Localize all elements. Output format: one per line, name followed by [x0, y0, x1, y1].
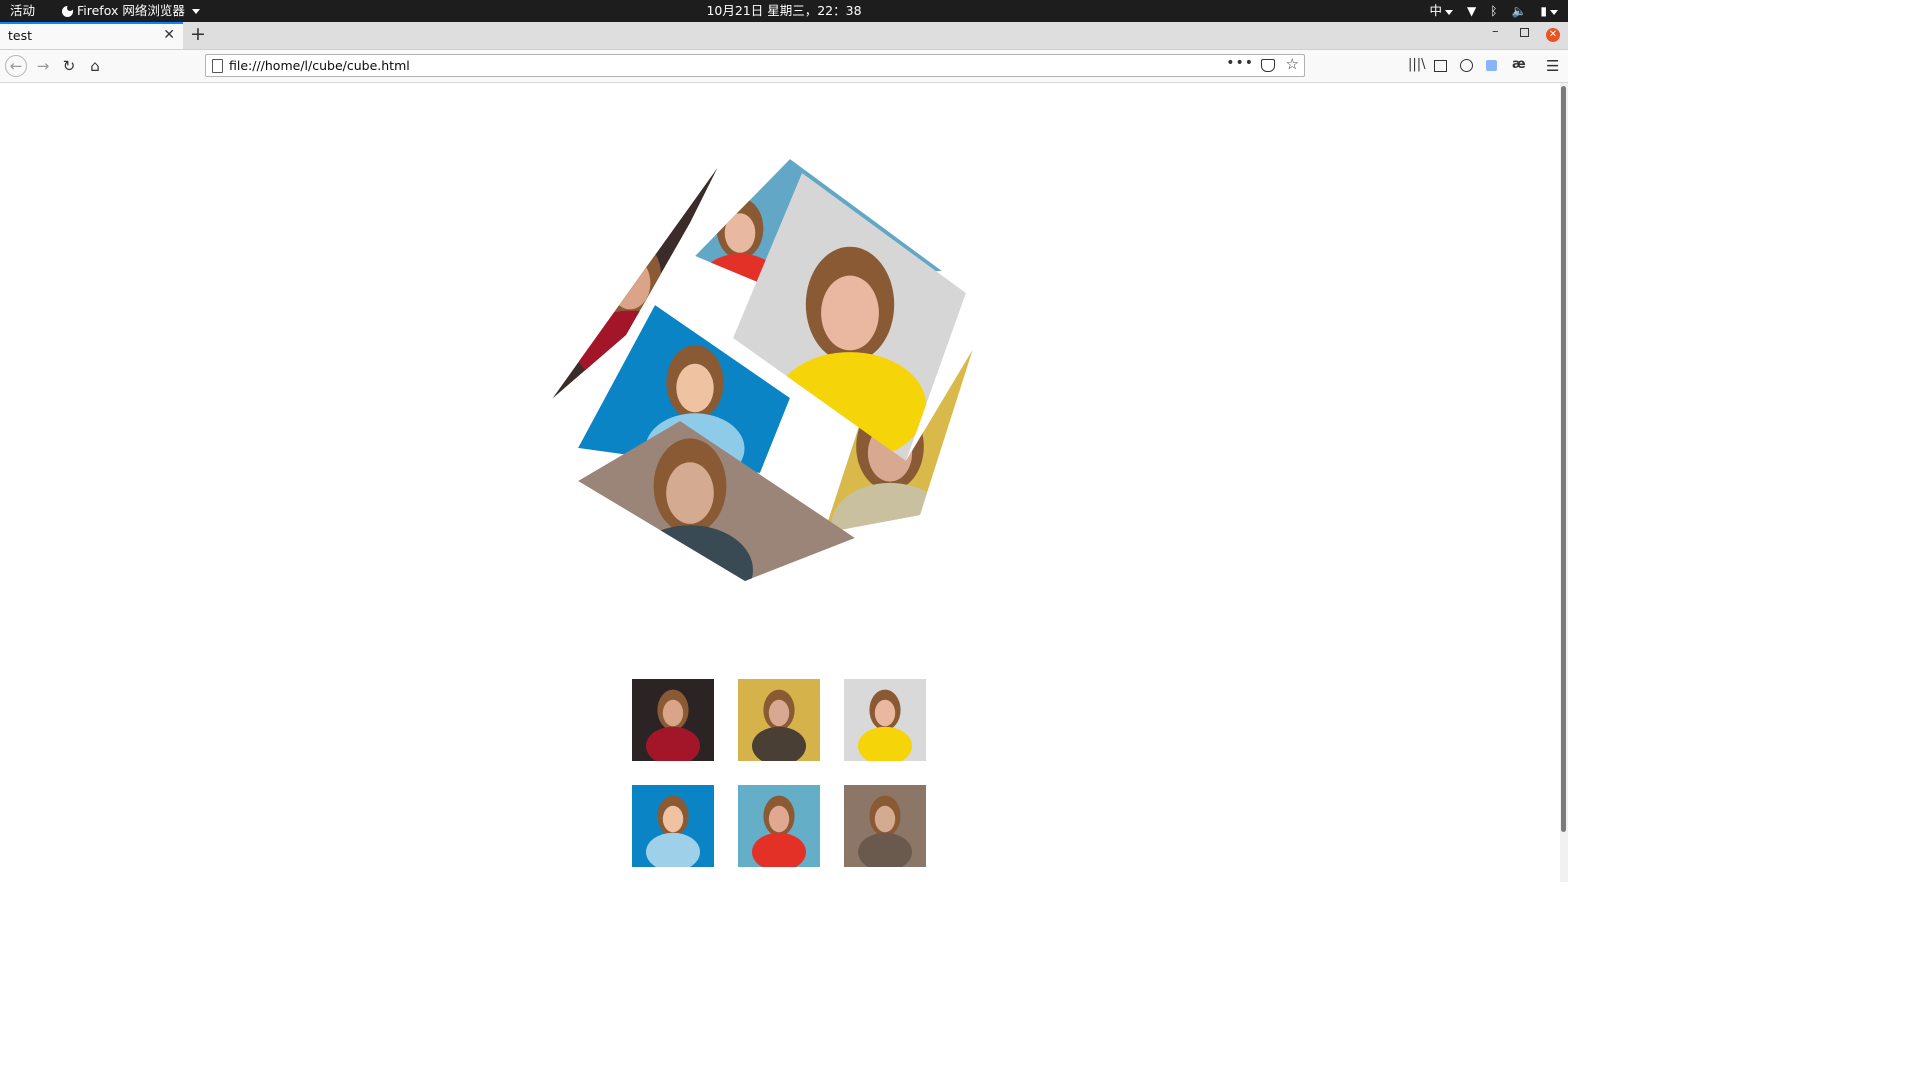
new-tab-button[interactable]: +: [190, 23, 206, 45]
thumbnail-image: [844, 679, 926, 761]
thumbnail-4[interactable]: [738, 785, 820, 867]
rotating-cube: [552, 159, 973, 581]
translate-icon[interactable]: [1486, 60, 1497, 71]
home-button[interactable]: ⌂: [84, 55, 106, 77]
thumbnail-image: [738, 679, 820, 761]
clock[interactable]: 10月21日 星期三，22：38: [0, 0, 1568, 22]
close-tab-icon[interactable]: ✕: [163, 27, 175, 43]
pocket-icon[interactable]: [1261, 59, 1275, 72]
thumbnail-3[interactable]: [632, 785, 714, 867]
reload-button[interactable]: ↻: [58, 55, 80, 77]
navigation-bar: ← → ↻ ⌂ file:///home/l/cube/cube.html ••…: [0, 50, 1568, 83]
library-icon[interactable]: |||\: [1408, 57, 1426, 72]
thumbnail-image: [632, 785, 714, 867]
close-window-button[interactable]: ✕: [1546, 28, 1560, 42]
battery-icon: ▮: [1540, 0, 1558, 22]
thumbnail-5[interactable]: [844, 785, 926, 867]
wifi-icon: ▼: [1467, 4, 1477, 18]
thumbnail-image: [632, 679, 714, 761]
account-icon[interactable]: [1460, 59, 1473, 72]
chevron-down-icon: [1445, 10, 1453, 15]
bookmark-star-icon[interactable]: ☆: [1286, 55, 1299, 73]
system-tray[interactable]: 中 ▼ ᛒ 🔈 ▮: [1429, 0, 1558, 22]
input-method-label: 中: [1429, 3, 1442, 18]
page-icon: [212, 59, 223, 73]
thumbnail-image: [738, 785, 820, 867]
page-actions-icon[interactable]: •••: [1226, 55, 1254, 71]
input-method-indicator[interactable]: 中: [1429, 0, 1453, 22]
thumbnail-1[interactable]: [738, 679, 820, 761]
thumbnail-2[interactable]: [844, 679, 926, 761]
chevron-down-icon: [1550, 10, 1558, 15]
back-button[interactable]: ←: [5, 55, 27, 77]
page-content: [0, 83, 1560, 882]
thumbnail-image: [844, 785, 926, 867]
volume-icon: 🔈: [1511, 4, 1527, 18]
url-bar[interactable]: file:///home/l/cube/cube.html ••• ☆: [205, 54, 1305, 77]
hamburger-menu-icon[interactable]: ☰: [1546, 57, 1559, 75]
url-text[interactable]: file:///home/l/cube/cube.html: [229, 58, 410, 73]
bluetooth-icon: ᛒ: [1490, 4, 1498, 18]
restore-window-button[interactable]: [1520, 28, 1529, 37]
tab-test[interactable]: test ✕: [0, 22, 183, 49]
minimize-window-button[interactable]: –: [1492, 24, 1499, 39]
scrollbar-thumb[interactable]: [1561, 86, 1566, 832]
forward-button[interactable]: →: [32, 55, 54, 77]
sidebar-icon[interactable]: [1434, 60, 1447, 72]
thumbnail-0[interactable]: [632, 679, 714, 761]
extension-icon[interactable]: æ: [1512, 57, 1526, 72]
tab-strip: test ✕ + – ✕: [0, 22, 1568, 50]
tab-title: test: [8, 28, 33, 43]
system-top-bar: 活动 Firefox 网络浏览器 10月21日 星期三，22：38 中 ▼ ᛒ …: [0, 0, 1568, 22]
